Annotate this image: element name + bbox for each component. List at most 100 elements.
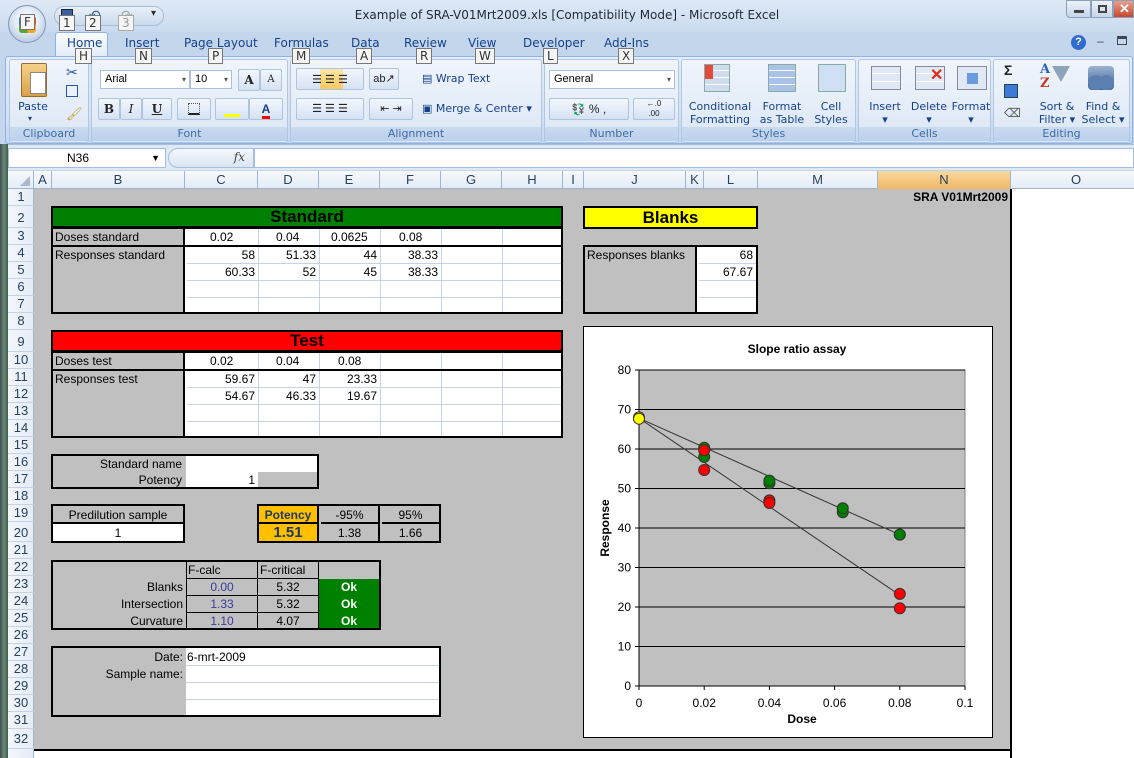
sort-filter-button[interactable]: Sort & Filter ▾	[1036, 100, 1078, 126]
slope-ratio-chart[interactable]: Slope ratio assay 0 10 20 30 40 50 60 70 80 0 0.0…	[583, 326, 993, 738]
row-header[interactable]: 21	[8, 542, 34, 559]
standard-dose-cell[interactable]: 0.04	[276, 229, 299, 245]
decimal-buttons[interactable]: ←.0.00	[633, 98, 675, 120]
standard-response-cell[interactable]: 45	[320, 264, 380, 280]
row-header[interactable]: 28	[8, 661, 34, 678]
autosum-button[interactable]: Σ	[1004, 62, 1012, 78]
standard-dose-cell[interactable]: 0.0625	[331, 229, 368, 245]
orientation-button[interactable]: ab↗	[369, 68, 399, 90]
row-header[interactable]: 2	[8, 206, 34, 228]
find-select-button[interactable]: Find & Select ▾	[1080, 100, 1126, 126]
standard-potency-input[interactable]: 1	[186, 472, 258, 487]
column-header-m[interactable]: M	[758, 171, 878, 189]
row-header[interactable]: 3	[8, 228, 34, 245]
test-response-cell[interactable]: 59.67	[187, 371, 258, 387]
row-header[interactable]: 12	[8, 386, 34, 403]
test-response-cell[interactable]: 23.33	[320, 371, 380, 387]
row-header[interactable]: 19	[8, 505, 34, 522]
row-header[interactable]: 9	[8, 330, 34, 352]
column-header-j[interactable]: J	[584, 171, 686, 189]
row-header[interactable]: 24	[8, 593, 34, 610]
customize-qat-icon[interactable]: ▾	[151, 8, 156, 19]
ribbon-restore-icon[interactable]	[1117, 36, 1127, 45]
row-header[interactable]: 17	[8, 471, 34, 488]
paste-button[interactable]: Paste	[16, 100, 50, 113]
format-cells-button[interactable]: Format ▾	[951, 100, 991, 126]
standard-response-cell[interactable]: 38.33	[381, 264, 441, 280]
row-header[interactable]: 14	[8, 420, 34, 437]
select-all-button[interactable]	[8, 171, 34, 189]
column-header-c[interactable]: C	[185, 171, 258, 189]
standard-response-cell[interactable]: 58	[187, 247, 258, 263]
row-header[interactable]: 6	[8, 279, 34, 296]
font-name-combo[interactable]: Arial ▾	[100, 70, 190, 89]
column-header-o[interactable]: O	[1011, 171, 1134, 189]
accounting-percent-comma-buttons[interactable]: 💱 % ,	[549, 98, 629, 120]
delete-cells-button[interactable]: Delete ▾	[907, 100, 951, 126]
standard-response-cell[interactable]: 38.33	[381, 247, 441, 263]
name-box[interactable]: N36 ▼	[8, 148, 166, 168]
ribbon-minimize-icon[interactable]: –	[1097, 34, 1104, 48]
maximize-button[interactable]	[1091, 0, 1113, 18]
bold-button[interactable]: B	[98, 98, 120, 120]
clear-icon[interactable]: ⌫	[1004, 106, 1021, 120]
format-painter-icon[interactable]: 🖌	[66, 106, 83, 122]
row-header[interactable]: 26	[8, 627, 34, 644]
chevron-down-icon[interactable]: ▼	[151, 149, 160, 167]
test-dose-cell[interactable]: 0.04	[276, 353, 299, 369]
row-header[interactable]: 15	[8, 437, 34, 454]
merge-center-button[interactable]: ▣ Merge & Center ▾	[422, 102, 532, 115]
fx-icon[interactable]: fx	[234, 150, 245, 164]
row-header[interactable]: 25	[8, 610, 34, 627]
standard-response-cell[interactable]: 51.33	[259, 247, 319, 263]
standard-response-cell[interactable]: 60.33	[187, 264, 258, 280]
standard-response-cell[interactable]: 44	[320, 247, 380, 263]
italic-button[interactable]: I	[120, 98, 142, 120]
test-response-cell[interactable]: 46.33	[259, 388, 319, 404]
standard-dose-cell[interactable]: 0.08	[399, 229, 422, 245]
cut-icon[interactable]: ✂	[66, 64, 78, 81]
column-header-k[interactable]: K	[686, 171, 704, 189]
predilution-input[interactable]: 1	[53, 525, 183, 542]
column-header-h[interactable]: H	[502, 171, 563, 189]
row-header[interactable]: 29	[8, 678, 34, 695]
row-header[interactable]: 27	[8, 644, 34, 661]
row-header[interactable]: 11	[8, 369, 34, 386]
row-header[interactable]: 1	[8, 189, 34, 206]
row-header[interactable]: 30	[8, 695, 34, 712]
row-header[interactable]: 8	[8, 313, 34, 330]
row-header[interactable]: 7	[8, 296, 34, 313]
standard-dose-cell[interactable]: 0.02	[210, 229, 233, 245]
horizontal-align-buttons[interactable]: ☰ ☰ ☰	[296, 98, 364, 120]
shrink-font-button[interactable]: A	[260, 69, 282, 91]
borders-button[interactable]	[177, 98, 211, 120]
row-header[interactable]: 32	[8, 729, 34, 749]
column-header-f[interactable]: F	[380, 171, 441, 189]
test-dose-cell[interactable]: 0.08	[338, 353, 361, 369]
copy-icon[interactable]	[66, 85, 78, 97]
fill-color-button[interactable]	[215, 98, 249, 120]
paste-icon[interactable]	[21, 63, 47, 97]
column-header-i[interactable]: I	[563, 171, 584, 189]
sample-name-input[interactable]	[187, 666, 437, 682]
column-header-b[interactable]: B	[52, 171, 185, 189]
row-header[interactable]: 22	[8, 559, 34, 576]
help-icon[interactable]: ?	[1071, 35, 1086, 50]
date-input[interactable]: 6-mrt-2009	[187, 649, 387, 665]
font-size-combo[interactable]: 10 ▾	[190, 70, 232, 89]
paste-dropdown-icon[interactable]: ▾	[28, 112, 32, 125]
row-header[interactable]: 5	[8, 262, 34, 279]
minimize-button[interactable]	[1066, 0, 1091, 18]
column-header-n[interactable]: N	[878, 171, 1011, 189]
number-format-combo[interactable]: General ▾	[549, 70, 675, 89]
standard-name-input[interactable]	[186, 456, 317, 472]
row-header[interactable]: 13	[8, 403, 34, 420]
row-header[interactable]: 23	[8, 576, 34, 593]
column-header-e[interactable]: E	[319, 171, 380, 189]
column-header-a[interactable]: A	[34, 171, 52, 189]
test-dose-cell[interactable]: 0.02	[210, 353, 233, 369]
row-header[interactable]: 18	[8, 488, 34, 505]
row-header[interactable]: 4	[8, 245, 34, 262]
insert-cells-button[interactable]: Insert ▾	[865, 100, 905, 126]
standard-response-cell[interactable]: 52	[259, 264, 319, 280]
